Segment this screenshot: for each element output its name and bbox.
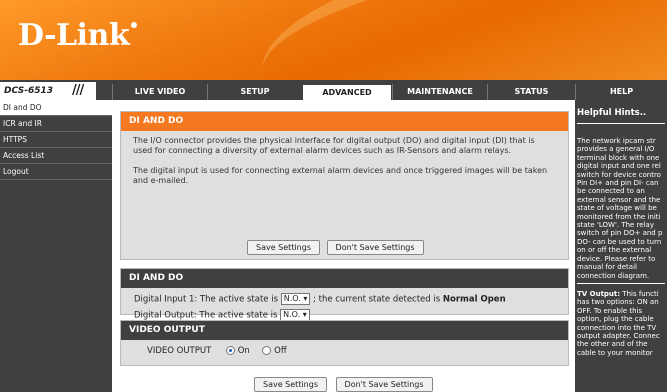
intro-paragraph-2: The digital input is used for connecting… <box>133 166 548 185</box>
sidebar-item-logout[interactable]: Logout <box>0 164 112 180</box>
tab-live-video[interactable]: LIVE VIDEO <box>112 84 207 100</box>
header-banner: D-Link <box>0 0 667 80</box>
digital-input-state-prefix: ; the current state detected is <box>313 294 441 305</box>
save-settings-button-bottom[interactable]: Save Settings <box>254 377 327 392</box>
digital-output-state-value: N.O. <box>283 310 301 319</box>
model-divider: /// <box>72 83 84 98</box>
chevron-down-icon: ▾ <box>303 294 308 303</box>
logo-text: D-Link <box>18 18 130 53</box>
video-output-title: VIDEO OUTPUT <box>121 321 568 340</box>
video-output-on-label: On <box>237 346 250 356</box>
hints-text-io: The network ipcam str provides a general… <box>577 137 663 280</box>
digital-input-label: Digital Input 1: The active state is <box>134 294 279 305</box>
hints-tv-heading: TV Output: <box>577 289 621 298</box>
digital-output-label: Digital Output: The active state is <box>134 310 278 321</box>
tab-maintenance[interactable]: MAINTENANCE <box>392 84 487 100</box>
hints-text-tv: TV Output: This functi has two options: … <box>575 290 667 357</box>
hints-divider-2 <box>577 282 665 284</box>
logo-dot <box>131 22 138 28</box>
sidebar-item-icr-and-ir[interactable]: ICR and IR <box>0 116 112 132</box>
digital-input-current-state: Normal Open <box>442 294 506 305</box>
video-output-off-radio[interactable] <box>262 346 272 355</box>
tab-setup[interactable]: SETUP <box>207 84 302 100</box>
intro-panel: DI AND DO The I/O connector provides the… <box>120 111 569 260</box>
hints-tv-body: This functi has two options: ON an OFF. … <box>577 289 660 357</box>
dont-save-settings-button-bottom[interactable]: Don't Save Settings <box>335 377 433 392</box>
dido-panel: DI AND DO <box>120 268 569 315</box>
video-output-on-radio[interactable] <box>225 346 235 355</box>
video-output-panel: VIDEO OUTPUT VIDEO OUTPUT On Off <box>120 320 569 366</box>
save-settings-button-top[interactable]: Save Settings <box>247 240 320 255</box>
video-output-row: VIDEO OUTPUT On Off <box>147 346 287 356</box>
helpful-hints-panel: Helpful Hints.. The network ipcam str pr… <box>575 100 667 392</box>
sidebar: DI and DO ICR and IR HTTPS Access List L… <box>0 100 112 392</box>
sidebar-item-access-list[interactable]: Access List <box>0 148 112 164</box>
tab-help[interactable]: HELP <box>575 84 667 100</box>
tab-advanced[interactable]: ADVANCED <box>302 84 392 100</box>
digital-input-row-content: Digital Input 1: The active state is N.O… <box>134 293 506 305</box>
dont-save-settings-button-top[interactable]: Don't Save Settings <box>326 240 424 255</box>
intro-title: DI AND DO <box>121 112 568 131</box>
digital-input-state-value: N.O. <box>283 294 301 303</box>
hints-title: Helpful Hints.. <box>577 108 647 118</box>
header-decoration <box>250 0 667 80</box>
sidebar-item-di-and-do[interactable]: DI and DO <box>0 100 112 116</box>
tab-status[interactable]: STATUS <box>487 84 575 100</box>
intro-paragraph-1: The I/O connector provides the physical … <box>133 136 535 155</box>
dido-title: DI AND DO <box>121 269 568 288</box>
video-output-off-label: Off <box>274 346 287 356</box>
dlink-logo: D-Link <box>18 18 138 53</box>
sidebar-item-https[interactable]: HTTPS <box>0 132 112 148</box>
digital-input-state-select[interactable]: N.O. ▾ <box>280 293 311 305</box>
video-output-label: VIDEO OUTPUT <box>147 346 212 356</box>
footer-buttons: Save Settings Don't Save Settings <box>254 377 433 392</box>
hints-divider <box>577 123 665 124</box>
chevron-down-icon: ▾ <box>302 310 307 319</box>
